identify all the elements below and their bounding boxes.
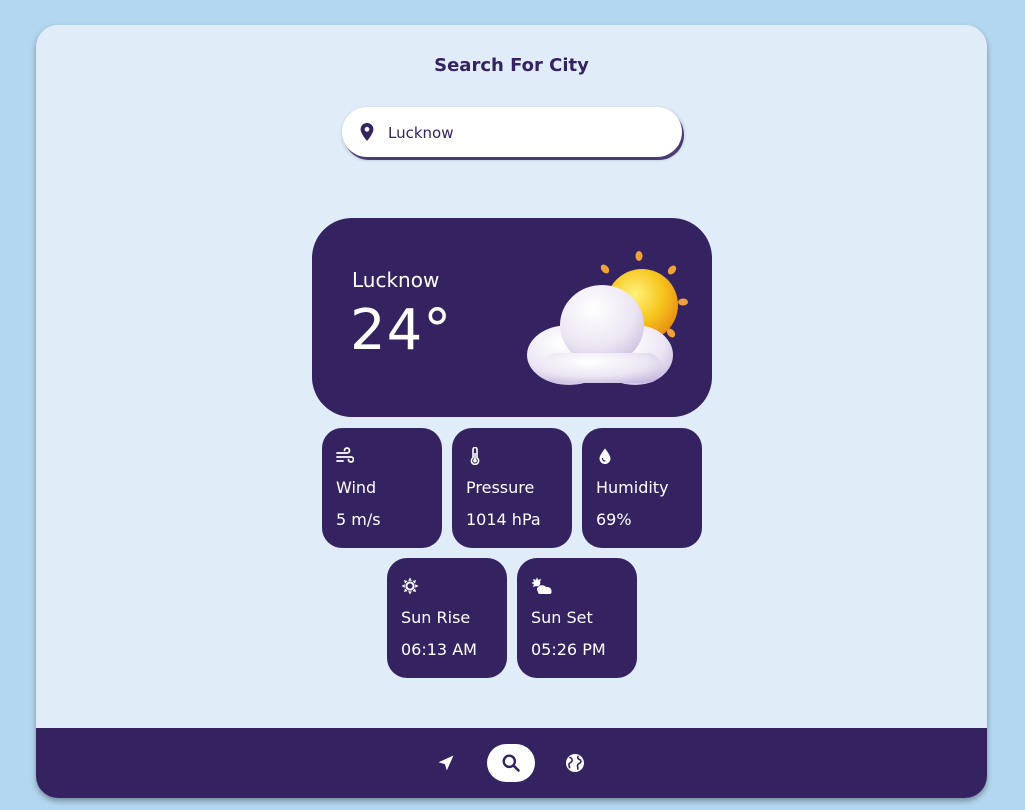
nav-search-button[interactable]: [487, 744, 535, 782]
city-name: Lucknow: [352, 268, 440, 292]
wind-value: 5 m/s: [336, 510, 381, 529]
droplet-icon: [599, 448, 611, 464]
sun-cloud-icon: [531, 577, 552, 595]
page-title: Search For City: [434, 55, 589, 76]
sun-icon: [401, 577, 419, 595]
location-pin-icon: [360, 123, 374, 141]
humidity-label: Humidity: [596, 478, 669, 497]
current-weather-card: Lucknow 24°: [312, 218, 712, 417]
search-box[interactable]: [342, 107, 682, 157]
nav-globe-button[interactable]: [551, 744, 599, 782]
city-search-input[interactable]: [386, 120, 670, 146]
thermometer-icon: [470, 447, 480, 465]
sunrise-value: 06:13 AM: [401, 640, 477, 659]
sunrise-label: Sun Rise: [401, 608, 471, 627]
pressure-value: 1014 hPa: [466, 510, 541, 529]
wind-label: Wind: [336, 478, 377, 497]
search-icon: [502, 754, 520, 772]
bottom-nav-bar: [36, 728, 987, 798]
humidity-value: 69%: [596, 510, 632, 529]
globe-icon: [566, 754, 584, 772]
location-arrow-icon: [438, 755, 454, 771]
partly-cloudy-sun-icon: [527, 251, 688, 385]
humidity-tile: Humidity 69%: [582, 428, 702, 548]
app-window: Search For City Lucknow 24°: [36, 25, 987, 798]
sunset-value: 05:26 PM: [531, 640, 606, 659]
sunset-label: Sun Set: [531, 608, 593, 627]
pressure-label: Pressure: [466, 478, 535, 497]
pressure-tile: Pressure 1014 hPa: [452, 428, 572, 548]
wind-icon: [336, 447, 354, 463]
nav-location-button[interactable]: [422, 744, 470, 782]
temperature: 24°: [350, 298, 453, 363]
wind-tile: Wind 5 m/s: [322, 428, 442, 548]
sunrise-tile: Sun Rise 06:13 AM: [387, 558, 507, 678]
sunset-tile: Sun Set 05:26 PM: [517, 558, 637, 678]
